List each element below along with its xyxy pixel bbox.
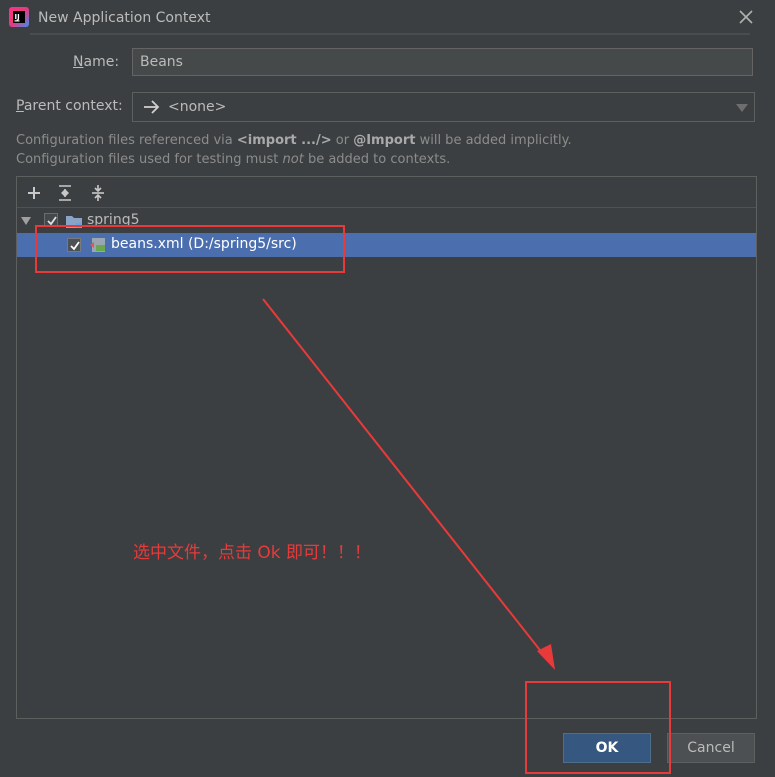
chevron-down-icon: [736, 104, 748, 112]
hint-testing-files: Configuration files used for testing mus…: [16, 152, 451, 167]
tree-expand-toggle-icon[interactable]: [20, 215, 32, 227]
panel-toolbar: [17, 177, 756, 208]
name-input[interactable]: Beans: [132, 48, 753, 76]
arrow-right-icon: [144, 100, 160, 114]
parent-context-select[interactable]: <none>: [132, 92, 755, 122]
intellij-logo-icon: IJ: [9, 7, 29, 27]
tree-row-beans-xml[interactable]: beans.xml (D:/spring5/src): [17, 233, 756, 257]
tree-child-label: beans.xml (D:/spring5/src): [111, 236, 297, 252]
close-icon[interactable]: [735, 6, 757, 28]
name-label: Name:: [73, 54, 120, 70]
hint-implicit-imports: Configuration files referenced via <impo…: [16, 133, 572, 148]
add-icon[interactable]: [23, 182, 45, 204]
cancel-button[interactable]: Cancel: [667, 733, 755, 763]
beans-xml-checkbox[interactable]: [67, 238, 81, 252]
tree-row-spring5[interactable]: spring5: [17, 209, 756, 233]
spring-xml-file-icon: [90, 238, 105, 252]
parent-context-label: Parent context:: [16, 98, 123, 114]
title-divider: [30, 33, 750, 35]
module-folder-icon: [66, 216, 82, 228]
window-title: New Application Context: [38, 10, 211, 26]
ok-button[interactable]: OK: [563, 733, 651, 763]
spring5-checkbox[interactable]: [44, 213, 58, 227]
parent-context-value: <none>: [168, 99, 227, 115]
collapse-all-icon[interactable]: [87, 182, 109, 204]
annotation-note: 选中文件，点击 Ok 即可！！！: [133, 543, 372, 563]
config-files-panel: spring5 beans.xml (D:/spring5/src): [16, 176, 757, 719]
svg-text:IJ: IJ: [15, 13, 20, 21]
tree-root-label: spring5: [87, 212, 140, 228]
expand-all-icon[interactable]: [54, 182, 76, 204]
title-bar: IJ New Application Context: [0, 0, 775, 36]
